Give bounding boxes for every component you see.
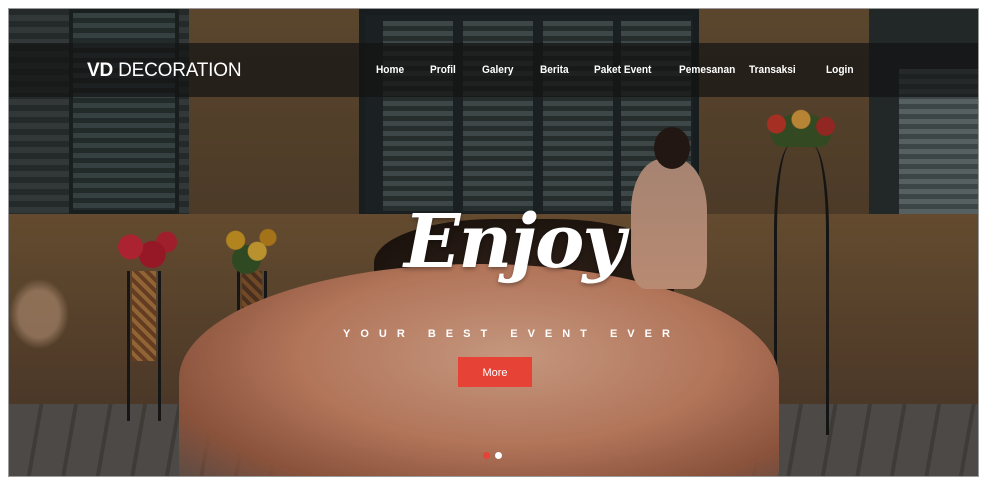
brand-logo[interactable]: VD DECORATION	[87, 60, 242, 81]
slide-dot[interactable]	[495, 452, 502, 459]
slide-dot-active[interactable]	[483, 452, 490, 459]
nav-galery[interactable]: Galery	[482, 63, 514, 77]
hero-tagline: YOUR BEST EVENT EVER	[343, 328, 680, 340]
nav-paket-event[interactable]: Paket Event	[594, 63, 651, 77]
brand-bold: VD	[87, 60, 113, 81]
hero-slider: VD DECORATION Home Profil Galery Berita …	[9, 9, 978, 476]
nav-profil[interactable]: Profil	[430, 63, 456, 77]
nav-pemesanan[interactable]: Pemesanan	[679, 63, 735, 77]
nav-transaksi[interactable]: Transaksi	[749, 63, 796, 77]
browser-viewport: VD DECORATION Home Profil Galery Berita …	[8, 8, 979, 477]
top-navbar: VD DECORATION Home Profil Galery Berita …	[9, 43, 978, 97]
nav-home[interactable]: Home	[376, 63, 404, 77]
nav-berita[interactable]: Berita	[540, 63, 569, 77]
brand-light: DECORATION	[118, 60, 242, 81]
more-button[interactable]: More	[458, 357, 532, 387]
hero-headline: Enjoy	[404, 199, 625, 285]
nav-login[interactable]: Login	[826, 63, 854, 77]
